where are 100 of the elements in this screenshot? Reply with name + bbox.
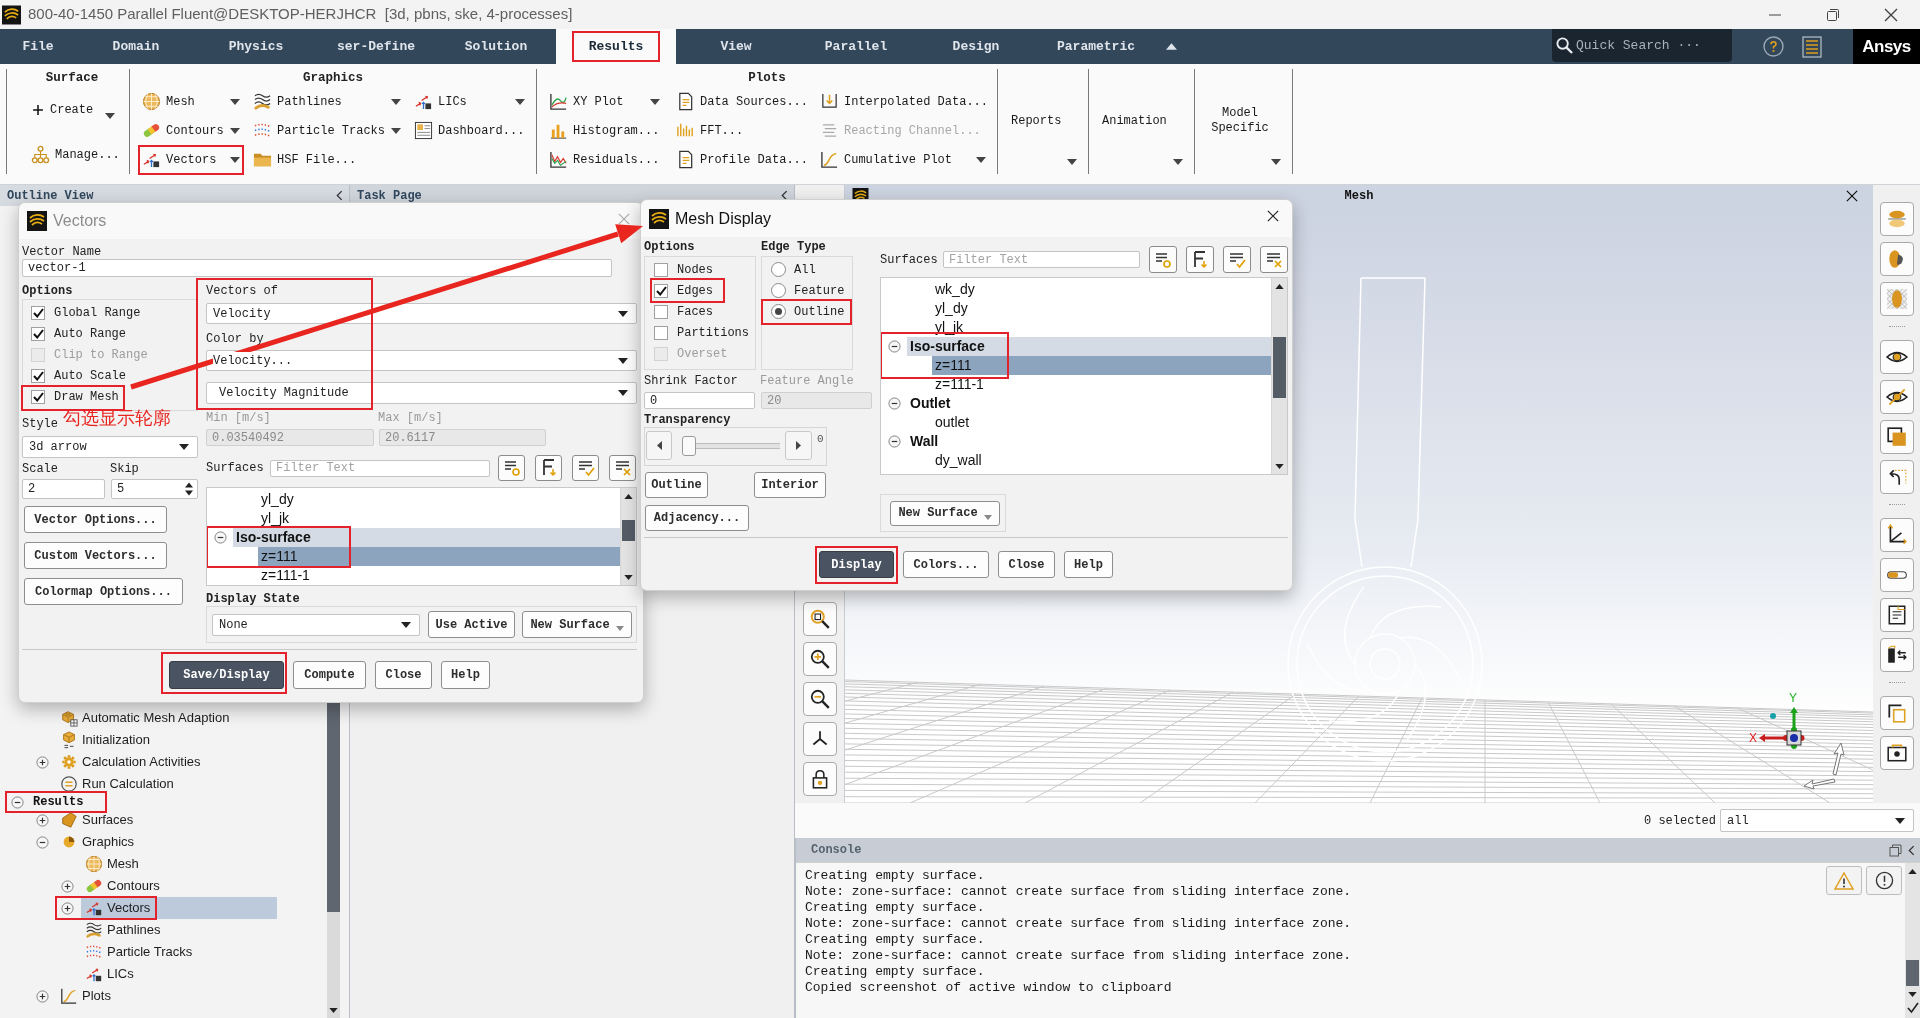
menu-tab[interactable]: View: [676, 29, 796, 64]
tree-item[interactable]: Mesh: [81, 853, 139, 875]
checkbox[interactable]: [31, 389, 45, 404]
dialog-button[interactable]: Help: [441, 661, 490, 689]
checkbox[interactable]: [654, 262, 668, 277]
ribbon-button[interactable]: Interpolated Data...: [820, 91, 989, 112]
dialog-button[interactable]: Vector Options...: [24, 506, 167, 533]
input-field[interactable]: 5: [117, 480, 185, 498]
dialog-button[interactable]: Custom Vectors...: [24, 542, 167, 569]
scrollbar[interactable]: [620, 488, 636, 585]
tree-item[interactable]: Automatic Mesh Adaption: [56, 707, 230, 729]
scroll-up-arrow-icon[interactable]: [1275, 283, 1284, 289]
ribbon-button[interactable]: Manage...: [31, 144, 120, 165]
ribbon-button[interactable]: Dashboard...: [414, 120, 525, 141]
toolbar-button[interactable]: [1879, 420, 1914, 454]
scroll-up-arrow-icon[interactable]: [1908, 868, 1917, 874]
menu-tab[interactable]: Physics: [196, 29, 316, 64]
dialog-button[interactable]: Close: [375, 661, 432, 689]
toolbar-button[interactable]: [1879, 460, 1914, 494]
tree-item[interactable]: Graphics: [56, 831, 135, 853]
collapse-icon[interactable]: [10, 795, 24, 809]
ribbon-button[interactable]: Cumulative Plot: [820, 149, 986, 170]
dialog-button[interactable]: Help: [1064, 551, 1113, 578]
expand-icon[interactable]: [60, 879, 74, 893]
search-input[interactable]: Quick Search ···: [1576, 35, 1726, 56]
scrollbar-thumb[interactable]: [1906, 960, 1919, 986]
scroll-down-arrow-icon[interactable]: [624, 574, 633, 580]
ribbon-button[interactable]: Pathlines: [253, 91, 401, 112]
tree-item[interactable]: Vectors: [81, 897, 277, 919]
close-button[interactable]: [1845, 188, 1859, 203]
scroll-down-arrow-icon[interactable]: [1275, 463, 1284, 469]
tree-item[interactable]: Calculation Activities: [56, 751, 201, 773]
menu-tab[interactable]: Parallel: [796, 29, 916, 64]
menu-tab[interactable]: Domain: [76, 29, 196, 64]
list-item[interactable]: yl_dy: [932, 299, 971, 318]
toolbar-button[interactable]: [802, 642, 837, 676]
tree-item[interactable]: Initialization: [56, 729, 150, 751]
ribbon-button[interactable]: Mesh: [142, 91, 240, 112]
toolbar-button[interactable]: [1879, 736, 1914, 770]
scrollbar[interactable]: [1905, 863, 1920, 1018]
checkbox[interactable]: [31, 305, 45, 320]
collapse-icon[interactable]: [887, 340, 901, 353]
restore-icon[interactable]: [1889, 843, 1902, 857]
scroll-down-arrow-icon[interactable]: [1908, 991, 1917, 997]
ribbon-button[interactable]: Profile Data...: [676, 149, 809, 170]
dialog-button[interactable]: Save/Display: [169, 661, 284, 689]
info-button[interactable]: [1866, 866, 1902, 895]
layout-button[interactable]: [1802, 35, 1822, 58]
list-item[interactable]: z=111: [258, 547, 620, 566]
scrollbar-thumb[interactable]: [1273, 337, 1286, 398]
toolbar-button[interactable]: [802, 722, 837, 756]
expand-icon[interactable]: [35, 755, 49, 769]
help-button[interactable]: [1763, 36, 1784, 57]
radio-button[interactable]: [771, 262, 786, 277]
list-item[interactable]: outlet: [932, 413, 973, 432]
collapse-ribbon-icon[interactable]: [1166, 43, 1177, 50]
slider-right-button[interactable]: [785, 431, 812, 460]
list-item[interactable]: z=111-1: [258, 566, 313, 585]
toolbar-button[interactable]: [802, 682, 837, 716]
ribbon-menu-button[interactable]: Model Specific: [1208, 106, 1272, 136]
dialog-button[interactable]: Display: [819, 551, 894, 578]
dialog-button[interactable]: New Surface: [522, 611, 632, 638]
menu-tab[interactable]: File: [0, 29, 76, 64]
tree-item[interactable]: Surfaces: [56, 809, 134, 831]
ribbon-button[interactable]: Residuals...: [549, 149, 660, 170]
filter-field[interactable]: Filter Text: [270, 459, 490, 477]
filter-field[interactable]: Filter Text: [943, 251, 1140, 268]
tree-item[interactable]: Plots: [56, 985, 111, 1007]
checkbox[interactable]: [654, 283, 668, 298]
search-field[interactable]: Quick Search ···: [1552, 29, 1732, 62]
dropdown[interactable]: None: [212, 613, 420, 636]
ribbon-button[interactable]: XY Plot: [549, 91, 660, 112]
ribbon-button[interactable]: Particle Tracks: [253, 120, 401, 141]
ribbon-menu-button[interactable]: Animation: [1102, 113, 1166, 129]
list-group[interactable]: Wall: [907, 432, 942, 451]
menu-tab[interactable]: Solution: [436, 29, 556, 64]
dialog-button[interactable]: Use Active: [428, 611, 515, 638]
collapse-icon[interactable]: [887, 435, 901, 448]
chevron-left-icon[interactable]: [781, 190, 788, 201]
checkbox[interactable]: [654, 325, 668, 340]
list-group[interactable]: Outlet: [907, 394, 954, 413]
tree-item[interactable]: Results: [33, 795, 84, 809]
input-field[interactable]: vector-1: [22, 259, 612, 277]
dropdown[interactable]: all: [1720, 809, 1914, 832]
slider-left-button[interactable]: [646, 431, 672, 460]
dialog-button[interactable]: Colormap Options...: [24, 578, 183, 605]
list-item[interactable]: dy_wall: [932, 451, 985, 470]
tree-item[interactable]: LICs: [81, 963, 134, 985]
expand-icon[interactable]: [35, 989, 49, 1003]
ribbon-menu-button[interactable]: Reports: [1011, 113, 1062, 129]
toolbar-button[interactable]: [802, 762, 837, 796]
menu-tab[interactable]: Design: [916, 29, 1036, 64]
menu-tab[interactable]: Parametric: [1036, 29, 1156, 64]
collapse-icon[interactable]: [213, 531, 227, 544]
dropdown[interactable]: Velocity: [206, 303, 637, 324]
input-field[interactable]: 0: [644, 392, 755, 409]
checkbox[interactable]: [31, 368, 45, 383]
close-button[interactable]: [1266, 209, 1279, 223]
scroll-down-arrow-icon[interactable]: [329, 1007, 338, 1013]
collapse-icon[interactable]: [887, 397, 901, 410]
